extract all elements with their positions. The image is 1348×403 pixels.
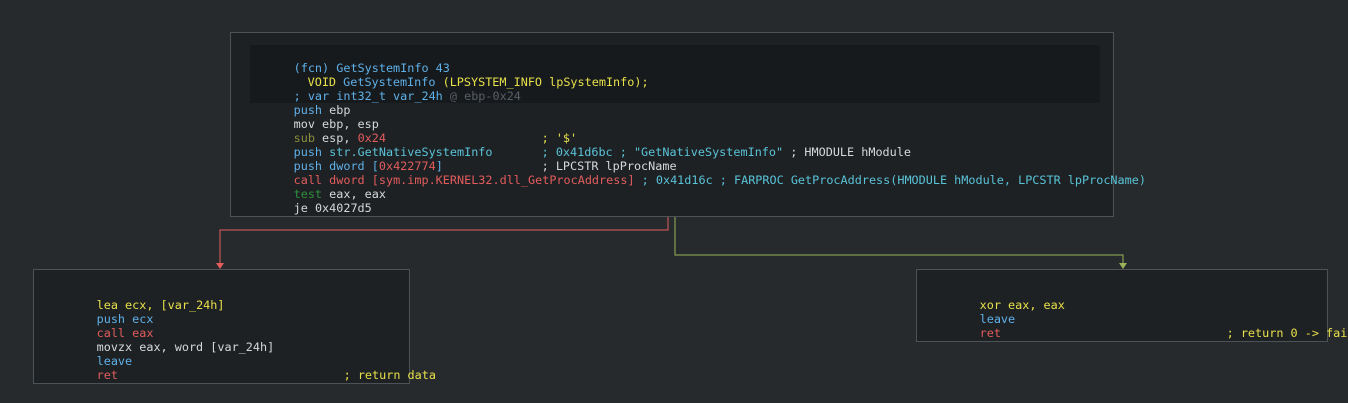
instruction-sub[interactable]: sub esp, 0x24 (251, 117, 386, 145)
comment: ; return 0 -> fail (1226, 326, 1348, 340)
left-basic-block[interactable]: lea ecx, [var_24h] push ecx call eax mov… (33, 269, 436, 384)
mnemonic: ret (96, 368, 118, 382)
sub-comment: ; '$' (499, 117, 578, 145)
comment-tail: ; HMODULE hModule (783, 145, 911, 159)
comment: ; 0x41d16c ; FARPROC GetProcAddress(HMOD… (634, 173, 1146, 187)
instruction-mov[interactable]: mov ebp, esp (251, 103, 379, 131)
instruction-leave[interactable]: leave (937, 298, 1016, 326)
operands: 0x4027d5 (307, 201, 372, 215)
function-name-line: (fcn) GetSystemInfo 43 (251, 47, 450, 75)
instruction-push-str[interactable]: push str.GetNativeSystemInfo (251, 131, 493, 159)
instruction-call-getprocaddress[interactable]: call dword [sym.imp.KERNEL32.dll_GetProc… (251, 159, 1146, 187)
ret-comment: ; return 0 -> fail (1184, 312, 1348, 340)
push-dword-comment: ; LPCSTR lpProcName (499, 145, 677, 173)
instruction-push-dword[interactable]: push dword [0x422774] (251, 145, 443, 173)
instruction-push-ecx[interactable]: push ecx (54, 298, 154, 326)
false-branch-edge (219, 216, 669, 263)
instruction-push-ebp[interactable]: push ebp (251, 89, 351, 117)
graph-view[interactable]: (fcn) GetSystemInfo 43 VOID GetSystemInf… (0, 0, 1348, 403)
instruction-leave[interactable]: leave (54, 340, 133, 368)
instruction-call-eax[interactable]: call eax (54, 312, 154, 340)
main-basic-block[interactable]: (fcn) GetSystemInfo 43 VOID GetSystemInf… (230, 32, 1146, 217)
right-basic-block[interactable]: xor eax, eax leave ret ; return 0 -> fai… (916, 269, 1348, 342)
true-branch-edge (674, 216, 1124, 263)
operands: eax, word [var_24h] (132, 340, 275, 354)
instruction-movzx[interactable]: movzx eax, word [var_24h] (54, 326, 275, 354)
instruction-ret[interactable]: ret (54, 354, 118, 382)
ret-comment: ; return data (301, 354, 436, 382)
instruction-je[interactable]: je 0x4027d5 (251, 187, 372, 215)
mnemonic: ret (979, 326, 1001, 340)
comment: ; return data (343, 368, 436, 382)
mnemonic: je (293, 201, 308, 215)
instruction-lea[interactable]: lea ecx, [var_24h] (54, 284, 225, 312)
push-str-comment: ; 0x41d6bc ; "GetNativeSystemInfo" ; HMO… (499, 131, 911, 159)
function-signature-line: VOID GetSystemInfo (LPSYSTEM_INFO lpSyst… (265, 61, 649, 89)
instruction-xor[interactable]: xor eax, eax (937, 284, 1065, 312)
instruction-ret[interactable]: ret (937, 312, 1001, 340)
var-declaration-line: ; var int32_t var_24h @ ebp-0x24 (251, 75, 521, 103)
var-location: @ ebp-0x24 (442, 89, 521, 103)
instruction-test[interactable]: test eax, eax (251, 173, 386, 201)
